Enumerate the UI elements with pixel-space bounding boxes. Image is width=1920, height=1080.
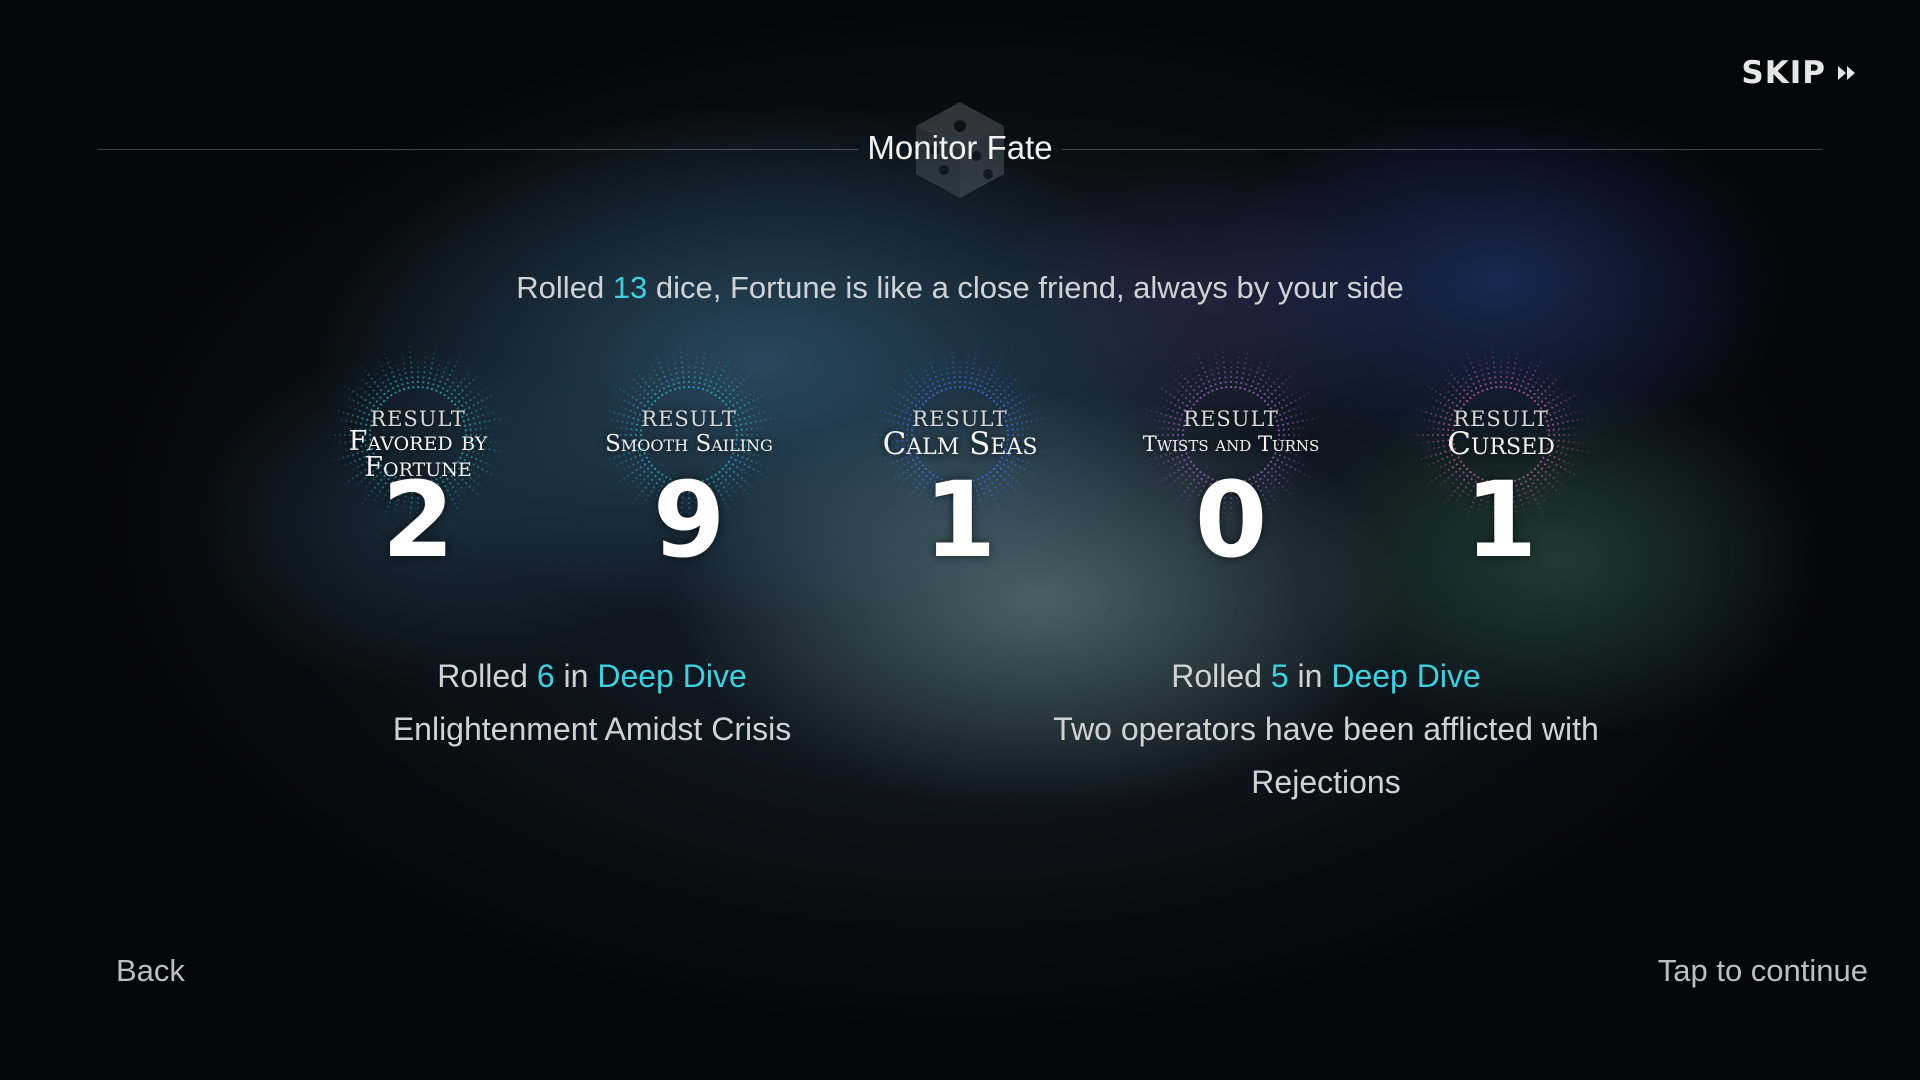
result-tag: RESULT <box>1183 407 1279 431</box>
event-roll: 5 <box>1270 658 1289 694</box>
event-roll-line: Rolled 6 in Deep Dive <box>292 650 892 703</box>
result-tag: RESULT <box>641 407 737 431</box>
result-name: Smooth Sailing <box>574 431 804 458</box>
result-count: 1 <box>1464 459 1538 581</box>
result-favored-by-fortune: RESULT Favored by Fortune 2 <box>303 335 533 585</box>
result-count: 0 <box>1194 459 1268 581</box>
result-name-line1: Smooth Sailing <box>605 431 773 457</box>
event-description: Two operators have been afflicted with <box>1053 711 1599 747</box>
skip-label: SKIP <box>1741 55 1826 91</box>
result-name-line1: Cursed <box>1447 426 1555 462</box>
result-calm-seas: RESULT Calm Seas 1 <box>845 335 1075 585</box>
event-right: Rolled 5 in Deep Dive Two operators have… <box>1026 650 1626 809</box>
dice-count: 13 <box>612 270 648 305</box>
event-location: Deep Dive <box>597 658 747 694</box>
tap-to-continue[interactable]: Tap to continue <box>1658 953 1868 989</box>
result-name: Calm Seas <box>845 426 1075 462</box>
result-count: 9 <box>652 459 726 581</box>
summary-suffix: dice, Fortune is like a close friend, al… <box>647 270 1404 305</box>
event-left: Rolled 6 in Deep Dive Enlightenment Amid… <box>292 650 892 756</box>
event-roll-line: Rolled 5 in Deep Dive <box>1026 650 1626 703</box>
fate-screen[interactable]: SKIP Monitor Fate Rolled 13 dice, Fortun… <box>0 0 1920 1080</box>
event-prefix: Rolled <box>1171 658 1271 694</box>
event-roll: 6 <box>536 658 555 694</box>
result-smooth-sailing: RESULT Smooth Sailing 9 <box>574 335 804 585</box>
result-name: Cursed <box>1386 426 1616 462</box>
event-middle: in <box>1288 658 1332 694</box>
results-row: RESULT Favored by Fortune 2 RESULT Smoot… <box>0 335 1920 585</box>
result-count: 2 <box>381 459 455 581</box>
event-location: Deep Dive <box>1331 658 1481 694</box>
roll-summary: Rolled 13 dice, Fortune is like a close … <box>0 270 1920 306</box>
back-button[interactable]: Back <box>116 953 185 989</box>
result-count: 1 <box>923 459 997 581</box>
event-description-cont: Rejections <box>1251 764 1401 800</box>
summary-prefix: Rolled <box>516 270 613 305</box>
title-row: Monitor Fate <box>98 102 1822 198</box>
result-twists-and-turns: RESULT Twists and Turns 0 <box>1116 335 1346 585</box>
skip-button[interactable]: SKIP <box>1741 55 1858 91</box>
result-name-line1: Calm Seas <box>882 426 1038 462</box>
event-prefix: Rolled <box>437 658 537 694</box>
result-name-line1: Twists and Turns <box>1142 432 1320 456</box>
result-name: Twists and Turns <box>1116 431 1346 458</box>
event-middle: in <box>554 658 598 694</box>
page-title: Monitor Fate <box>867 129 1053 166</box>
result-cursed: RESULT Cursed 1 <box>1386 335 1616 585</box>
fast-forward-icon <box>1836 63 1858 83</box>
event-description: Enlightenment Amidst Crisis <box>392 711 792 747</box>
